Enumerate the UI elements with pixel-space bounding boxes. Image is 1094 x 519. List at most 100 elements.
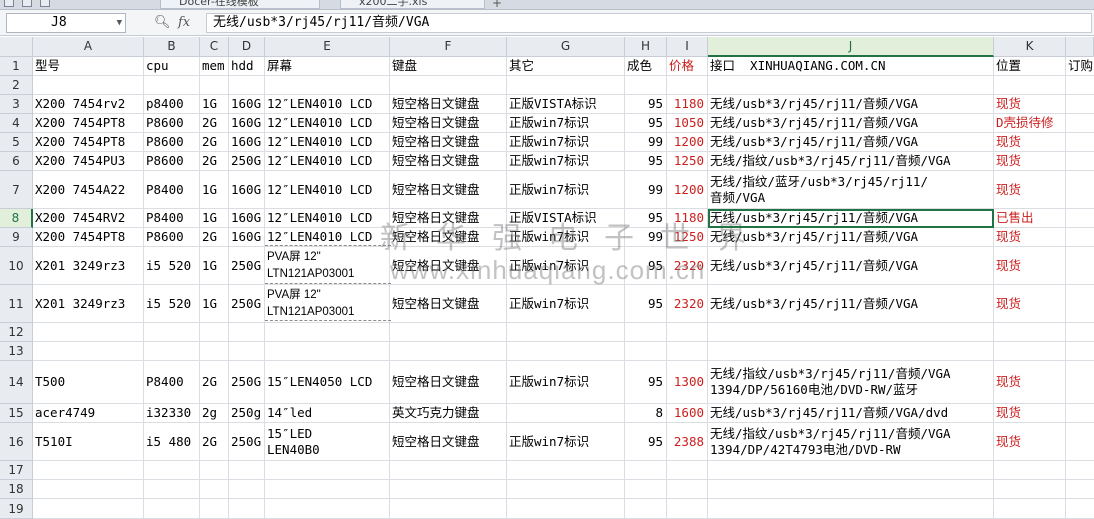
name-box[interactable]: J8 ▼	[6, 13, 126, 33]
header-cell-i[interactable]: 价格	[667, 57, 707, 75]
header-cell-l[interactable]: 订购	[1066, 57, 1093, 75]
cell-c14[interactable]: 2G	[200, 361, 228, 403]
insert-function-icon[interactable]: fx	[178, 13, 190, 33]
cell-g5[interactable]: 正版win7标识	[507, 133, 624, 151]
cell-i16[interactable]: 2388	[667, 423, 707, 460]
column-header-f[interactable]: F	[390, 37, 507, 57]
cell-a14[interactable]: T500	[33, 361, 143, 403]
cell-f4[interactable]: 短空格日文键盘	[390, 114, 506, 132]
cell-h10[interactable]: 95	[625, 247, 666, 284]
select-all-corner[interactable]	[0, 37, 33, 57]
cell-d3[interactable]: 160G	[229, 95, 264, 113]
cell-i11[interactable]: 2320	[667, 285, 707, 322]
column-header-k[interactable]: K	[994, 37, 1066, 57]
cell-i10[interactable]: 2320	[667, 247, 707, 284]
cell-g14[interactable]: 正版win7标识	[507, 361, 624, 403]
cell-b6[interactable]: P8600	[144, 152, 199, 170]
column-header-d[interactable]: D	[229, 37, 265, 57]
cell-k4[interactable]: D壳损待修	[994, 114, 1065, 132]
cell-b8[interactable]: P8400	[144, 209, 199, 227]
cell-a10[interactable]: X201 3249rz3	[33, 247, 143, 284]
cell-a8[interactable]: X200 7454RV2	[33, 209, 143, 227]
header-cell-j[interactable]: 接口 XINHUAQIANG.COM.CN	[708, 57, 993, 75]
row-header-1[interactable]: 1	[0, 57, 33, 76]
cell-j4[interactable]: 无线/usb*3/rj45/rj11/音频/VGA	[708, 114, 993, 132]
row-header-17[interactable]: 17	[0, 461, 33, 480]
cell-c3[interactable]: 1G	[200, 95, 228, 113]
cell-k14[interactable]: 现货	[994, 361, 1065, 403]
cell-j5[interactable]: 无线/usb*3/rj45/rj11/音频/VGA	[708, 133, 993, 151]
redo-icon[interactable]	[40, 0, 50, 7]
cell-k3[interactable]: 现货	[994, 95, 1065, 113]
cell-j16[interactable]: 无线/指纹/usb*3/rj45/rj11/音频/VGA 1394/DP/42T…	[708, 423, 993, 460]
cell-c4[interactable]: 2G	[200, 114, 228, 132]
cell-i9[interactable]: 1250	[667, 228, 707, 246]
cell-d14[interactable]: 250G	[229, 361, 264, 403]
cell-g4[interactable]: 正版win7标识	[507, 114, 624, 132]
header-cell-e[interactable]: 屏幕	[265, 57, 389, 75]
header-cell-g[interactable]: 其它	[507, 57, 624, 75]
cell-e15[interactable]: 14″led	[265, 404, 389, 422]
tab-docer-templates[interactable]: Docer-在线模板	[160, 0, 320, 9]
cell-f6[interactable]: 短空格日文键盘	[390, 152, 506, 170]
cell-a5[interactable]: X200 7454PT8	[33, 133, 143, 151]
row-header-14[interactable]: 14	[0, 361, 33, 404]
cell-f15[interactable]: 英文巧克力键盘	[390, 404, 506, 422]
row-header-7[interactable]: 7	[0, 171, 33, 209]
cell-h15[interactable]: 8	[625, 404, 666, 422]
cell-a3[interactable]: X200 7454rv2	[33, 95, 143, 113]
cell-d8[interactable]: 160G	[229, 209, 264, 227]
cell-c11[interactable]: 1G	[200, 285, 228, 322]
row-header-4[interactable]: 4	[0, 114, 33, 133]
cell-a7[interactable]: X200 7454A22	[33, 171, 143, 208]
column-header-g[interactable]: G	[507, 37, 625, 57]
cell-g10[interactable]: 正版win7标识	[507, 247, 624, 284]
header-cell-f[interactable]: 键盘	[390, 57, 506, 75]
chevron-down-icon[interactable]: ▼	[117, 14, 122, 32]
cell-h8[interactable]: 95	[625, 209, 666, 227]
cell-e7[interactable]: 12″LEN4010 LCD	[265, 171, 389, 208]
cell-d5[interactable]: 160G	[229, 133, 264, 151]
cell-e10[interactable]: PVA屏 12" LTN121AP03001	[265, 247, 389, 284]
row-header-9[interactable]: 9	[0, 228, 33, 247]
cell-e11[interactable]: PVA屏 12" LTN121AP03001	[265, 285, 389, 322]
cell-d9[interactable]: 160G	[229, 228, 264, 246]
cell-h3[interactable]: 95	[625, 95, 666, 113]
cell-h14[interactable]: 95	[625, 361, 666, 403]
save-icon[interactable]	[4, 0, 14, 7]
cell-j14[interactable]: 无线/指纹/usb*3/rj45/rj11/音频/VGA 1394/DP/561…	[708, 361, 993, 403]
cell-c5[interactable]: 2G	[200, 133, 228, 151]
column-header-b[interactable]: B	[144, 37, 200, 57]
cell-b14[interactable]: P8400	[144, 361, 199, 403]
cell-b11[interactable]: i5 520	[144, 285, 199, 322]
cell-k10[interactable]: 现货	[994, 247, 1065, 284]
cell-f9[interactable]: 短空格日文键盘	[390, 228, 506, 246]
cell-a9[interactable]: X200 7454PT8	[33, 228, 143, 246]
cell-c7[interactable]: 1G	[200, 171, 228, 208]
cell-j7[interactable]: 无线/指纹/蓝牙/usb*3/rj45/rj11/ 音频/VGA	[708, 171, 993, 208]
cell-e5[interactable]: 12″LEN4010 LCD	[265, 133, 389, 151]
cell-b9[interactable]: P8600	[144, 228, 199, 246]
cell-k11[interactable]: 现货	[994, 285, 1065, 322]
cell-f10[interactable]: 短空格日文键盘	[390, 247, 506, 284]
cell-j9[interactable]: 无线/usb*3/rj45/rj11/音频/VGA	[708, 228, 993, 246]
header-cell-h[interactable]: 成色	[625, 57, 666, 75]
row-header-13[interactable]: 13	[0, 342, 33, 361]
cell-b5[interactable]: P8600	[144, 133, 199, 151]
cell-d11[interactable]: 250G	[229, 285, 264, 322]
cell-e3[interactable]: 12″LEN4010 LCD	[265, 95, 389, 113]
cell-e4[interactable]: 12″LEN4010 LCD	[265, 114, 389, 132]
cell-i7[interactable]: 1200	[667, 171, 707, 208]
cell-g16[interactable]: 正版win7标识	[507, 423, 624, 460]
zoom-icon[interactable]: 🔍︎	[154, 13, 171, 33]
cell-b4[interactable]: P8600	[144, 114, 199, 132]
undo-icon[interactable]	[22, 0, 32, 7]
cell-k9[interactable]: 现货	[994, 228, 1065, 246]
column-header-j[interactable]: J	[708, 37, 994, 57]
cell-e9[interactable]: 12″LEN4010 LCD	[265, 228, 389, 246]
cell-i5[interactable]: 1200	[667, 133, 707, 151]
tab-x200-workbook[interactable]: x200二手.xls	[340, 0, 485, 9]
cell-k16[interactable]: 现货	[994, 423, 1065, 460]
cell-b3[interactable]: p8400	[144, 95, 199, 113]
cell-d15[interactable]: 250g	[229, 404, 264, 422]
